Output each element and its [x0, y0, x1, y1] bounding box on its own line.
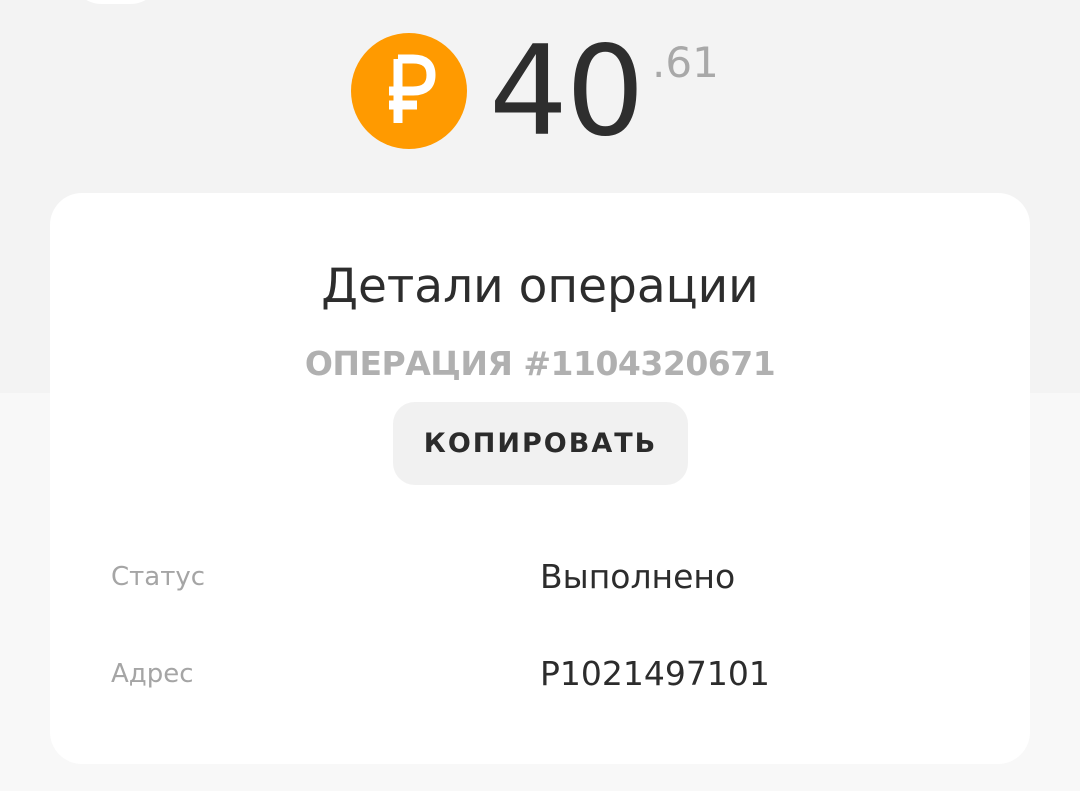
details-title: Детали операции [321, 259, 759, 314]
address-label: Адрес [111, 659, 194, 689]
status-value: Выполнено [540, 557, 736, 596]
operation-number: ОПЕРАЦИЯ #1104320671 [304, 344, 776, 383]
balance-amount-fraction: .61 [652, 38, 719, 87]
copy-button[interactable]: КОПИРОВАТЬ [393, 402, 688, 485]
ruble-coin-icon [351, 33, 467, 149]
address-value: P1021497101 [540, 654, 770, 693]
balance-amount: 40 [489, 20, 645, 164]
status-label: Статус [111, 562, 206, 592]
balance-header: 40 .61 [0, 0, 1080, 180]
